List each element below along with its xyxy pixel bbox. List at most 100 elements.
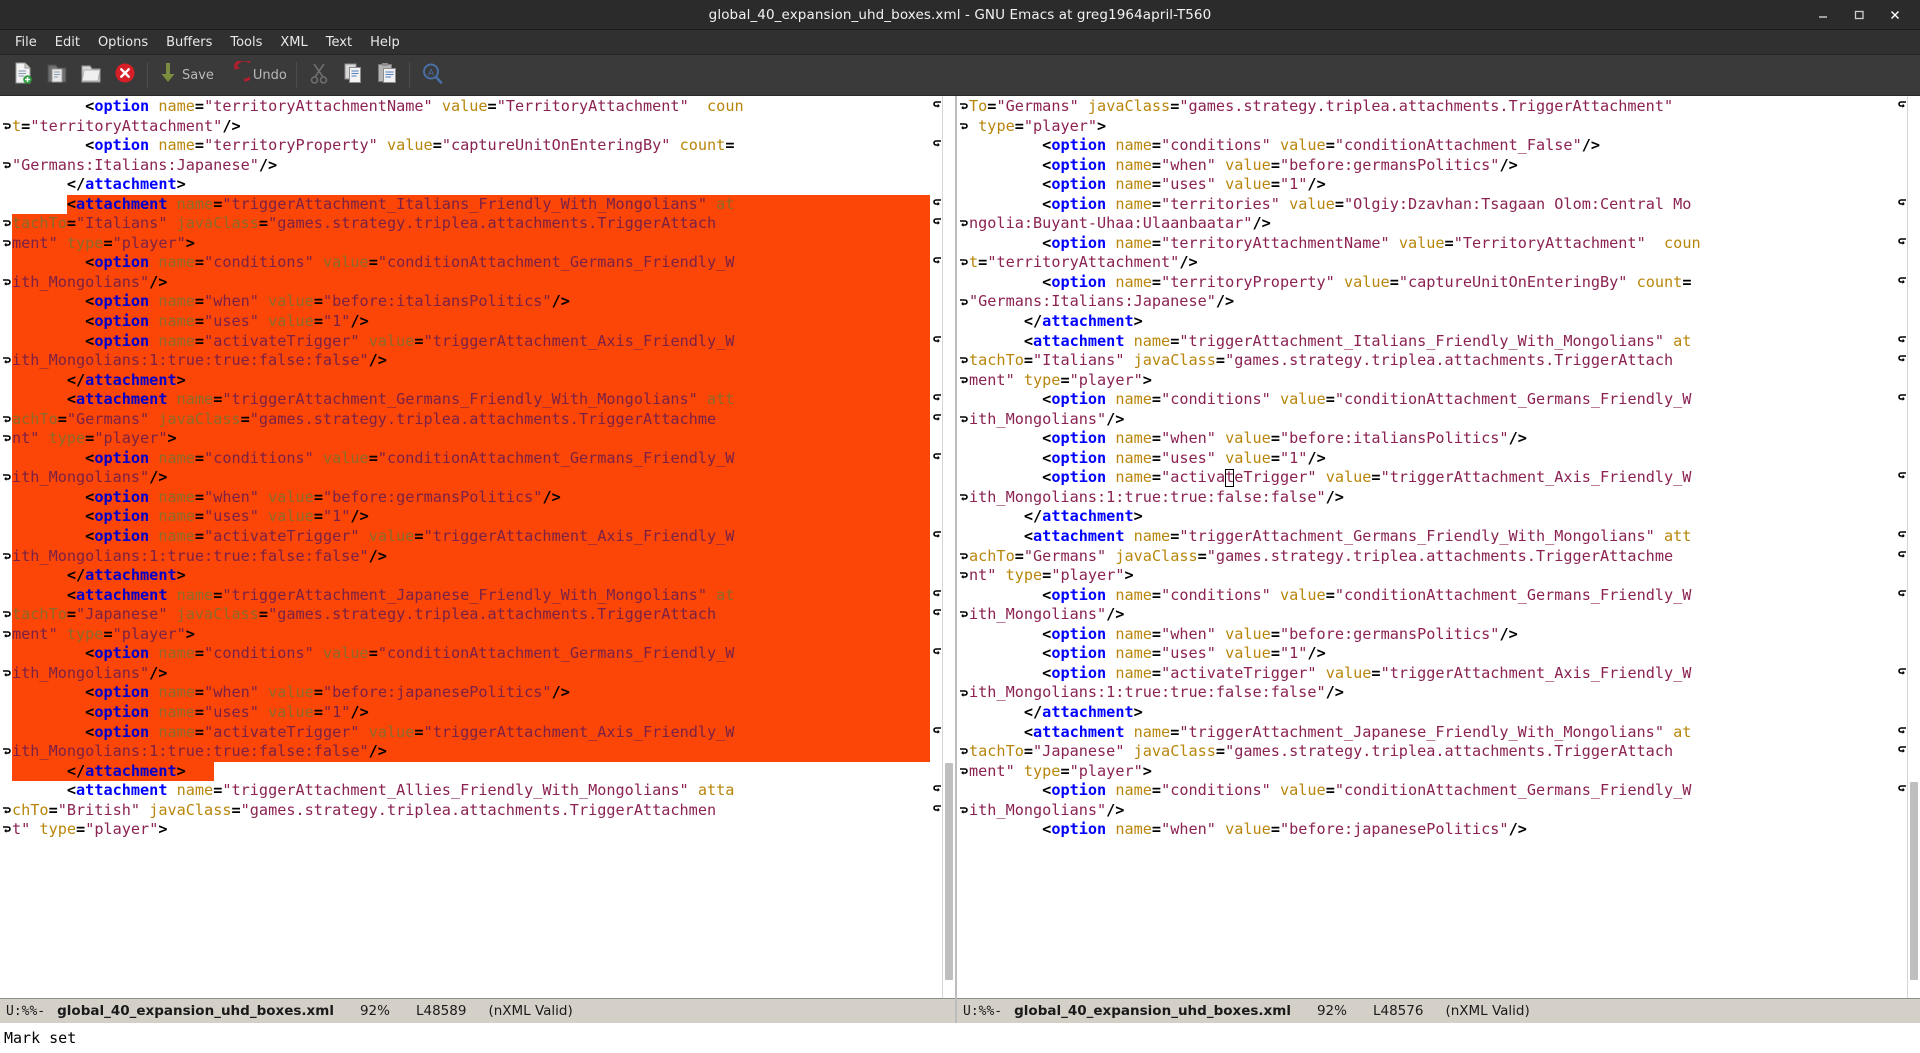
buffer-line[interactable]: <option name="conditions" value="conditi…	[12, 253, 930, 273]
buffer-line[interactable]: ment" type="player">	[12, 233, 930, 254]
buffer-line[interactable]: <option name="conditions" value="conditi…	[969, 586, 1895, 606]
buffer-line[interactable]: </attachment>	[12, 370, 930, 391]
mode-line-buffer-right[interactable]: global_40_expansion_uhd_boxes.xml	[1014, 1003, 1291, 1019]
buffer-text-right[interactable]: To="Germans" javaClass="games.strategy.t…	[969, 96, 1895, 998]
buffer-line[interactable]: t" type="player">	[12, 820, 930, 840]
menu-item-text[interactable]: Text	[317, 33, 361, 52]
buffer-line[interactable]: <attachment name="triggerAttachment_Germ…	[12, 390, 930, 410]
buffer-line[interactable]: <option name="when" value="before:german…	[969, 156, 1895, 176]
buffer-line[interactable]: <option name="uses" value="1"/>	[12, 702, 930, 723]
menu-item-help[interactable]: Help	[361, 33, 409, 52]
buffer-line[interactable]: tachTo="Italians" javaClass="games.strat…	[969, 351, 1895, 371]
buffer-line[interactable]: ith_Mongolians"/>	[969, 801, 1895, 821]
buffer-line[interactable]: ith_Mongolians:1:true:true:false:false"/…	[969, 488, 1895, 508]
buffer-line[interactable]: <option name="activateTrigger" value="tr…	[969, 664, 1895, 684]
buffer-line[interactable]: </attachment>	[969, 703, 1895, 723]
cut-button[interactable]	[302, 58, 336, 92]
vertical-scrollbar-right[interactable]	[1907, 96, 1920, 998]
buffer-line[interactable]: </attachment>	[969, 507, 1895, 527]
minimize-icon[interactable]	[1812, 4, 1834, 26]
buffer-line[interactable]: </attachment>	[12, 175, 930, 195]
buffer-line[interactable]: <option name="when" value="before:german…	[969, 625, 1895, 645]
mode-line-major-mode-left[interactable]: (nXML Valid)	[488, 1003, 572, 1019]
buffer-line[interactable]: <option name="uses" value="1"/>	[969, 449, 1895, 469]
maximize-icon[interactable]	[1848, 4, 1870, 26]
buffer-line[interactable]: <option name="uses" value="1"/>	[12, 507, 930, 528]
buffer-line[interactable]: tachTo="Italians" javaClass="games.strat…	[12, 214, 930, 234]
buffer-line[interactable]: ith_Mongolians"/>	[12, 468, 930, 488]
mode-line-major-mode-right[interactable]: (nXML Valid)	[1445, 1003, 1529, 1019]
buffer-line[interactable]: nt" type="player">	[12, 429, 930, 449]
buffer-line[interactable]: <option name="activateTrigger" value="tr…	[969, 468, 1895, 488]
buffer-line[interactable]: ngolia:Buyant-Uhaa:Ulaanbaatar"/>	[969, 214, 1895, 234]
open-file-button[interactable]	[40, 58, 74, 92]
save-as-button[interactable]	[74, 58, 108, 92]
buffer-line[interactable]: "Germans:Italians:Japanese"/>	[12, 156, 930, 176]
buffer-line[interactable]: <attachment name="triggerAttachment_Japa…	[12, 585, 930, 606]
buffer-line[interactable]: ith_Mongolians"/>	[969, 605, 1895, 625]
buffer-line[interactable]: <attachment name="triggerAttachment_Germ…	[969, 527, 1895, 547]
buffer-line[interactable]: ith_Mongolians:1:true:true:false:false"/…	[12, 351, 930, 371]
buffer-line[interactable]: ment" type="player">	[969, 371, 1895, 391]
buffer-line[interactable]: <option name="activateTrigger" value="tr…	[12, 331, 930, 352]
buffer-line[interactable]: ith_Mongolians:1:true:true:false:false"/…	[12, 546, 930, 567]
copy-button[interactable]	[336, 58, 370, 92]
buffer-line[interactable]: achTo="Germans" javaClass="games.strateg…	[12, 409, 930, 430]
buffer-line[interactable]: type="player">	[969, 117, 1895, 137]
scrollbar-thumb-right[interactable]	[1910, 781, 1918, 980]
close-icon[interactable]	[1884, 4, 1906, 26]
save-button[interactable]: Save	[153, 58, 218, 92]
buffer-line[interactable]: <option name="uses" value="1"/>	[12, 312, 930, 332]
buffer-line[interactable]: ith_Mongolians"/>	[12, 272, 930, 293]
buffer-line[interactable]: <option name="territoryProperty" value="…	[12, 136, 930, 156]
scrollbar-thumb-left[interactable]	[945, 763, 953, 980]
menu-item-options[interactable]: Options	[89, 33, 157, 52]
undo-button[interactable]: Undo	[218, 58, 291, 92]
buffer-text-left[interactable]: <option name="territoryAttachmentName" v…	[12, 96, 930, 998]
buffer-line[interactable]: ith_Mongolians:1:true:true:false:false"/…	[12, 742, 930, 762]
buffer-line[interactable]: </attachment>	[12, 566, 930, 586]
buffer-line[interactable]: <option name="territories" value="Olgiy:…	[969, 195, 1895, 215]
buffer-line[interactable]: <option name="uses" value="1"/>	[969, 644, 1895, 664]
buffer-line[interactable]: tachTo="Japanese" javaClass="games.strat…	[969, 742, 1895, 762]
search-button[interactable]: A	[415, 58, 449, 92]
mode-line-buffer-left[interactable]: global_40_expansion_uhd_boxes.xml	[57, 1003, 334, 1019]
buffer-line[interactable]: <option name="when" value="before:italia…	[12, 292, 930, 313]
text-area-right[interactable]: To="Germans" javaClass="games.strategy.t…	[957, 96, 1920, 998]
paste-button[interactable]	[370, 58, 404, 92]
buffer-line[interactable]: <option name="conditions" value="conditi…	[12, 448, 930, 469]
buffer-line[interactable]: <attachment name="triggerAttachment_Ital…	[969, 332, 1895, 352]
buffer-line[interactable]: "Germans:Italians:Japanese"/>	[969, 292, 1895, 312]
buffer-line[interactable]: <option name="territoryAttachmentName" v…	[12, 97, 930, 117]
buffer-line[interactable]: t="territoryAttachment"/>	[12, 117, 930, 137]
buffer-line[interactable]: <attachment name="triggerAttachment_Ital…	[12, 194, 930, 215]
buffer-line[interactable]: achTo="Germans" javaClass="games.strateg…	[969, 547, 1895, 567]
menu-item-xml[interactable]: XML	[271, 33, 316, 52]
buffer-line[interactable]: ment" type="player">	[969, 762, 1895, 782]
buffer-line[interactable]: <option name="when" value="before:japane…	[12, 683, 930, 703]
new-file-button[interactable]	[6, 58, 40, 92]
buffer-line[interactable]: t="territoryAttachment"/>	[969, 253, 1895, 273]
buffer-line[interactable]: <option name="territoryProperty" value="…	[969, 273, 1895, 293]
buffer-line[interactable]: <option name="conditions" value="conditi…	[12, 644, 930, 664]
buffer-line[interactable]: nt" type="player">	[969, 566, 1895, 586]
buffer-line[interactable]: </attachment>	[12, 761, 930, 782]
menu-item-edit[interactable]: Edit	[46, 33, 89, 52]
menu-item-file[interactable]: File	[6, 33, 46, 52]
vertical-scrollbar-left[interactable]	[942, 96, 955, 998]
buffer-line[interactable]: ith_Mongolians:1:true:true:false:false"/…	[969, 683, 1895, 703]
buffer-line[interactable]: <option name="conditions" value="conditi…	[969, 390, 1895, 410]
buffer-line[interactable]: tachTo="Japanese" javaClass="games.strat…	[12, 605, 930, 625]
menu-item-buffers[interactable]: Buffers	[157, 33, 221, 52]
buffer-line[interactable]: <option name="activateTrigger" value="tr…	[12, 722, 930, 743]
text-area-left[interactable]: <option name="territoryAttachmentName" v…	[0, 96, 955, 998]
buffer-line[interactable]: <option name="territoryAttachmentName" v…	[969, 234, 1895, 254]
buffer-line[interactable]: </attachment>	[969, 312, 1895, 332]
buffer-line[interactable]: <attachment name="triggerAttachment_Alli…	[12, 781, 930, 801]
buffer-line[interactable]: <attachment name="triggerAttachment_Japa…	[969, 723, 1895, 743]
buffer-line[interactable]: <option name="conditions" value="conditi…	[969, 136, 1895, 156]
buffer-line[interactable]: <option name="conditions" value="conditi…	[969, 781, 1895, 801]
buffer-line[interactable]: ith_Mongolians"/>	[12, 663, 930, 684]
buffer-line[interactable]: <option name="uses" value="1"/>	[969, 175, 1895, 195]
buffer-line[interactable]: <option name="activateTrigger" value="tr…	[12, 527, 930, 547]
